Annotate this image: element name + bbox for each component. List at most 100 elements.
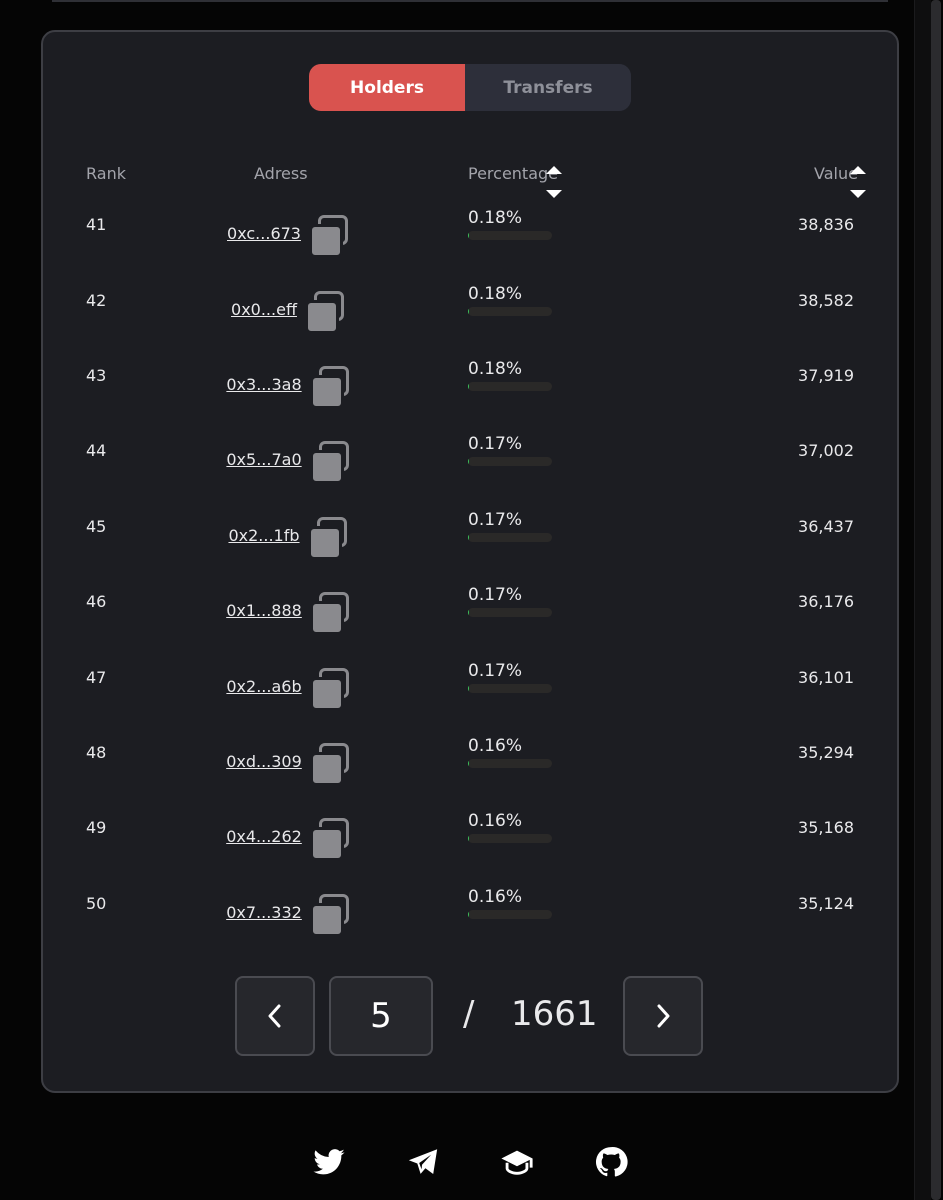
tab-switcher: Holders Transfers	[309, 64, 631, 111]
address-link[interactable]: 0x3...3a8	[226, 375, 301, 394]
percentage-text: 0.16%	[468, 811, 523, 831]
rank-cell: 50	[86, 894, 107, 913]
holders-panel: Holders Transfers Rank Adress Percentage…	[41, 30, 899, 1093]
percentage-bar-fill	[468, 533, 469, 542]
percentage-text: 0.18%	[468, 208, 523, 228]
tab-holders[interactable]: Holders	[309, 64, 465, 111]
percentage-text: 0.18%	[468, 359, 523, 379]
percentage-text: 0.17%	[468, 434, 523, 454]
percentage-text: 0.16%	[468, 887, 523, 907]
total-pages: 1661	[511, 994, 598, 1034]
address-cell: 0x5...7a0	[213, 441, 363, 484]
scrollbar-track[interactable]	[914, 0, 931, 1200]
rank-cell: 44	[86, 441, 107, 460]
telegram-icon[interactable]	[406, 1145, 440, 1179]
address-link[interactable]: 0x2...a6b	[226, 677, 301, 696]
chevron-left-icon	[268, 1004, 281, 1028]
copy-icon[interactable]	[309, 592, 350, 635]
column-header-rank: Rank	[86, 164, 126, 183]
percentage-bar-fill	[468, 382, 469, 391]
percentage-bar-fill	[468, 759, 469, 768]
percentage-bar-fill	[468, 834, 469, 843]
copy-icon[interactable]	[307, 517, 348, 560]
top-divider	[52, 0, 888, 2]
rank-cell: 42	[86, 291, 107, 310]
address-cell: 0x2...a6b	[213, 668, 363, 711]
percentage-bar	[468, 457, 552, 466]
sort-ascending-icon	[546, 166, 562, 174]
percentage-bar	[468, 382, 552, 391]
table-row: 44 0x5...7a0 0.17% 37,002	[43, 434, 893, 516]
github-icon[interactable]	[594, 1145, 628, 1179]
column-header-address: Adress	[254, 164, 308, 183]
sort-percentage-button[interactable]	[544, 166, 564, 202]
value-cell: 37,919	[798, 366, 854, 385]
page-number-input[interactable]: 5	[329, 976, 433, 1056]
rank-cell: 47	[86, 668, 107, 687]
address-link[interactable]: 0x4...262	[226, 827, 302, 846]
percentage-text: 0.17%	[468, 585, 523, 605]
table-row: 45 0x2...1fb 0.17% 36,437	[43, 510, 893, 592]
tab-transfers[interactable]: Transfers	[465, 64, 631, 111]
rank-cell: 41	[86, 215, 107, 234]
address-cell: 0x1...888	[213, 592, 363, 635]
copy-icon[interactable]	[309, 894, 350, 937]
percentage-text: 0.17%	[468, 510, 523, 530]
address-cell: 0x2...1fb	[213, 517, 363, 560]
address-link[interactable]: 0x2...1fb	[228, 526, 299, 545]
value-cell: 38,836	[798, 215, 854, 234]
percentage-bar-fill	[468, 457, 469, 466]
sort-descending-icon	[850, 190, 866, 198]
value-cell: 37,002	[798, 441, 854, 460]
percentage-bar-fill	[468, 608, 469, 617]
copy-icon[interactable]	[309, 366, 350, 409]
copy-icon[interactable]	[308, 215, 349, 258]
address-cell: 0x4...262	[213, 818, 363, 861]
address-link[interactable]: 0xd...309	[226, 752, 302, 771]
address-link[interactable]: 0xc...673	[227, 224, 301, 243]
twitter-icon[interactable]	[312, 1145, 346, 1179]
value-cell: 36,101	[798, 668, 854, 687]
sort-value-button[interactable]	[848, 166, 868, 202]
copy-icon[interactable]	[309, 668, 350, 711]
percentage-bar	[468, 834, 552, 843]
value-cell: 38,582	[798, 291, 854, 310]
scrollbar-thumb[interactable]	[931, 0, 941, 1200]
address-link[interactable]: 0x5...7a0	[226, 450, 301, 469]
rank-cell: 46	[86, 592, 107, 611]
percentage-bar	[468, 608, 552, 617]
percentage-bar	[468, 307, 552, 316]
docs-icon[interactable]	[500, 1145, 534, 1179]
percentage-text: 0.16%	[468, 736, 523, 756]
percentage-bar	[468, 684, 552, 693]
value-cell: 35,124	[798, 894, 854, 913]
percentage-text: 0.18%	[468, 284, 523, 304]
percentage-bar	[468, 759, 552, 768]
copy-icon[interactable]	[309, 743, 350, 786]
sort-ascending-icon	[850, 166, 866, 174]
copy-icon[interactable]	[304, 291, 345, 334]
rank-cell: 49	[86, 818, 107, 837]
table-row: 50 0x7...332 0.16% 35,124	[43, 887, 893, 969]
address-cell: 0x7...332	[213, 894, 363, 937]
rank-cell: 48	[86, 743, 107, 762]
previous-page-button[interactable]	[235, 976, 315, 1056]
page-separator: /	[463, 994, 475, 1034]
next-page-button[interactable]	[623, 976, 703, 1056]
address-link[interactable]: 0x0...eff	[231, 300, 297, 319]
percentage-bar	[468, 910, 552, 919]
copy-icon[interactable]	[309, 441, 350, 484]
percentage-bar-fill	[468, 910, 469, 919]
address-cell: 0x0...eff	[213, 291, 363, 334]
copy-icon[interactable]	[309, 818, 350, 861]
address-cell: 0xc...673	[213, 215, 363, 258]
chevron-right-icon	[657, 1004, 670, 1028]
rank-cell: 43	[86, 366, 107, 385]
address-link[interactable]: 0x7...332	[226, 903, 302, 922]
table-row: 46 0x1...888 0.17% 36,176	[43, 585, 893, 667]
sort-descending-icon	[546, 190, 562, 198]
table-row: 42 0x0...eff 0.18% 38,582	[43, 284, 893, 366]
address-cell: 0x3...3a8	[213, 366, 363, 409]
address-link[interactable]: 0x1...888	[226, 601, 302, 620]
table-row: 49 0x4...262 0.16% 35,168	[43, 811, 893, 893]
